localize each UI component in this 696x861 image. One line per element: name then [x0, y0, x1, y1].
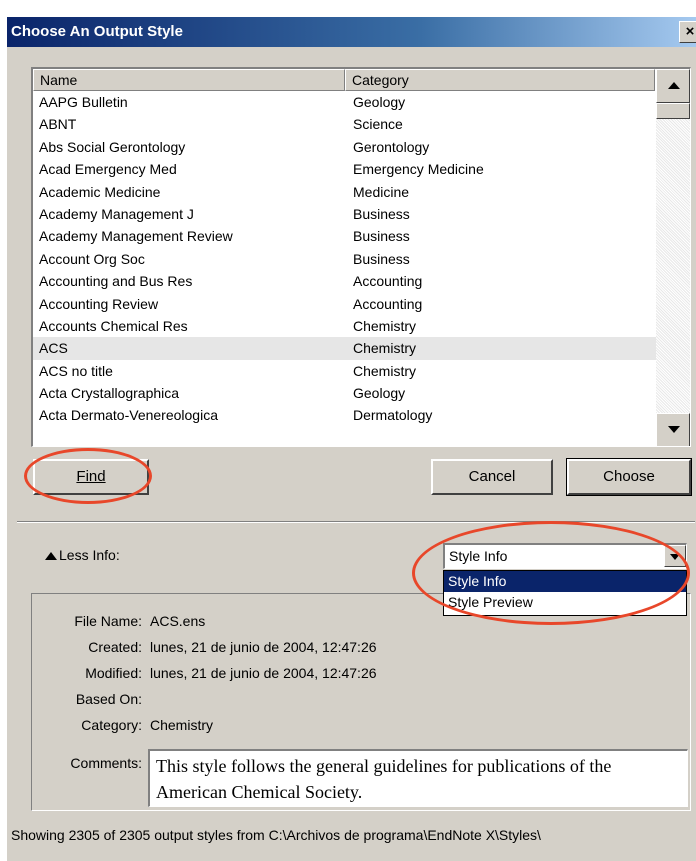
created-label: Created: [88, 639, 142, 655]
list-item-category: Chemistry [353, 340, 417, 357]
list-item[interactable]: ACS Chemistry [33, 337, 659, 360]
list-item-name: Academic Medicine [39, 183, 161, 200]
comments-label: Comments: [70, 755, 142, 771]
list-item[interactable]: Academy Management Review Business [33, 225, 659, 247]
list-item-name: Acta Dermato-Venereologica [39, 407, 218, 424]
list-item-name: Abs Social Gerontology [39, 138, 186, 155]
list-item[interactable]: ABNT Science [33, 113, 659, 135]
category-value: Chemistry [150, 717, 214, 733]
list-item-category: Gerontology [353, 138, 430, 155]
list-item[interactable]: Accounts Chemical Res Chemistry [33, 315, 659, 337]
styles-list[interactable]: Name Category AAPG Bulletin Geology ABNT Sc… [31, 67, 691, 447]
category-label: Category: [81, 717, 142, 733]
list-item[interactable]: Accounting Review Accounting [33, 293, 659, 315]
list-item[interactable]: AAPG Bulletin Geology [33, 91, 659, 113]
find-button-label: Find [76, 468, 106, 485]
title-bar[interactable]: Choose An Output Style × [7, 17, 696, 47]
view-select[interactable]: Style Info [443, 543, 687, 569]
list-item[interactable]: Abs Social Gerontology Gerontology [33, 136, 659, 158]
status-bar: Showing 2305 of 2305 output styles from … [11, 827, 541, 843]
comments-box[interactable]: This style follows the general guideline… [148, 749, 688, 807]
list-item-category: Geology [353, 385, 406, 402]
list-item-name: Accounting and Bus Res [39, 273, 193, 290]
list-item[interactable]: ACS no title Chemistry [33, 360, 659, 382]
window-title: Choose An Output Style [11, 23, 183, 40]
option-style-info[interactable]: Style Info [444, 571, 686, 592]
column-header-name[interactable]: Name [33, 69, 345, 91]
list-item[interactable]: Accounting and Bus Res Accounting [33, 270, 659, 292]
list-item-name: Acad Emergency Med [39, 161, 177, 178]
list-item-name: Academy Management Review [39, 228, 233, 245]
list-item[interactable]: Account Org Soc Business [33, 248, 659, 270]
list-rows: AAPG Bulletin Geology ABNT Science Abs Socia… [33, 91, 659, 427]
find-button[interactable]: Find [33, 459, 149, 495]
created-value: lunes, 21 de junio de 2004, 12:47:26 [150, 639, 377, 655]
list-item-category: Science [353, 116, 403, 133]
view-select-arrow[interactable] [664, 545, 686, 567]
collapse-arrow-icon [45, 552, 57, 561]
output-style-dialog: Choose An Output Style × Name Category A… [6, 16, 696, 861]
file-name-value: ACS.ens [150, 613, 206, 629]
style-info-panel: File Name: ACS.ens Created: lunes, 21 de… [31, 593, 691, 811]
view-select-value: Style Info [449, 548, 508, 564]
based-on-label: Based On: [75, 691, 142, 707]
divider [17, 521, 695, 523]
less-info-label: Less Info: [59, 547, 120, 563]
vertical-scrollbar[interactable] [656, 69, 690, 446]
list-item-category: Geology [353, 94, 406, 110]
list-item-name: Academy Management J [39, 205, 194, 222]
view-select-dropdown: Style Info Style Preview [443, 570, 687, 616]
scroll-up-button[interactable] [656, 69, 690, 103]
list-item-name: ACS [39, 340, 68, 357]
list-item-category: Chemistry [353, 362, 417, 379]
list-item-category: Business [353, 250, 410, 267]
less-info-toggle[interactable]: Less Info: [45, 547, 120, 563]
scroll-down-icon [668, 426, 680, 433]
list-item-name: Account Org Soc [39, 250, 145, 267]
list-item-name: Acta Crystallographica [39, 385, 180, 402]
file-name-label: File Name: [74, 613, 142, 629]
scroll-down-button[interactable] [656, 413, 690, 446]
list-item-category: Medicine [353, 183, 410, 200]
list-item-category: Accounting [353, 273, 423, 290]
list-item-category: Emergency Medicine [353, 161, 484, 178]
list-item-category: Chemistry [353, 317, 417, 334]
option-style-preview[interactable]: Style Preview [444, 592, 686, 613]
cancel-button[interactable]: Cancel [431, 459, 553, 495]
list-item-name: Accounts Chemical Res [39, 317, 188, 334]
list-item-name: AAPG Bulletin [39, 94, 128, 110]
scroll-thumb[interactable] [656, 103, 690, 119]
list-item-name: ABNT [39, 116, 77, 133]
list-item-name: Accounting Review [39, 295, 159, 312]
list-item[interactable]: Academic Medicine Medicine [33, 181, 659, 203]
list-item-category: Business [353, 228, 410, 245]
column-header-category[interactable]: Category [345, 69, 655, 91]
list-header: Name Category [33, 69, 655, 91]
list-item-category: Business [353, 205, 410, 222]
list-item-name: ACS no title [39, 362, 113, 379]
modified-label: Modified: [85, 665, 142, 681]
scroll-up-icon [668, 82, 680, 89]
list-item[interactable]: Academy Management J Business [33, 203, 659, 225]
close-button[interactable]: × [679, 21, 696, 43]
list-item-category: Accounting [353, 295, 423, 312]
modified-value: lunes, 21 de junio de 2004, 12:47:26 [150, 665, 377, 681]
choose-button[interactable]: Choose [566, 458, 692, 496]
dropdown-arrow-icon [670, 554, 680, 560]
list-item[interactable]: Acta Dermato-Venereologica Dermatology [33, 404, 659, 426]
list-item[interactable]: Acad Emergency Med Emergency Medicine [33, 158, 659, 180]
list-item[interactable]: Acta Crystallographica Geology [33, 382, 659, 404]
list-item-category: Dermatology [353, 407, 433, 424]
